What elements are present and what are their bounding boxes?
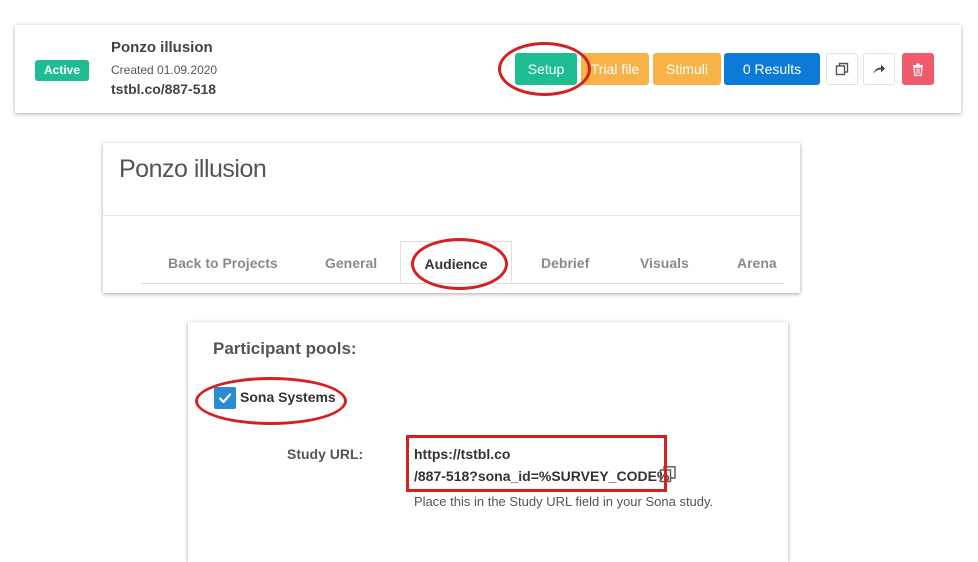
participant-pools-card: Participant pools: Sona Systems Study UR…: [188, 322, 788, 562]
project-title[interactable]: Ponzo illusion: [111, 39, 213, 56]
trash-icon: [913, 63, 923, 76]
study-url-label: Study URL:: [287, 446, 364, 462]
delete-button[interactable]: [902, 53, 934, 85]
results-button[interactable]: 0 Results: [724, 53, 820, 85]
header-divider: [103, 215, 800, 216]
page-title: Ponzo illusion: [119, 155, 267, 183]
status-badge: Active: [35, 60, 90, 81]
sona-systems-label[interactable]: Sona Systems: [240, 389, 336, 405]
share-icon: [873, 64, 885, 74]
setup-button[interactable]: Setup: [515, 53, 577, 85]
project-card: Active Ponzo illusion Created 01.09.2020…: [15, 25, 961, 113]
tab-arena[interactable]: Arena: [737, 255, 777, 271]
copy-icon: [835, 62, 849, 76]
tab-back-to-projects[interactable]: Back to Projects: [168, 255, 278, 271]
trial-file-button[interactable]: Trial file: [581, 53, 649, 85]
tab-visuals[interactable]: Visuals: [640, 255, 689, 271]
study-url-help-text: Place this in the Study URL field in you…: [414, 494, 714, 509]
tab-debrief[interactable]: Debrief: [541, 255, 589, 271]
tab-general[interactable]: General: [325, 255, 377, 271]
stimuli-button[interactable]: Stimuli: [653, 53, 721, 85]
tabs-baseline: [141, 283, 784, 284]
project-created-date: Created 01.09.2020: [111, 63, 218, 77]
sona-systems-checkbox[interactable]: [214, 387, 236, 409]
duplicate-button[interactable]: [826, 53, 858, 85]
tab-audience[interactable]: Audience: [400, 241, 512, 283]
setup-header-card: Ponzo illusion Back to Projects General …: [103, 143, 800, 293]
checkmark-icon: [218, 393, 232, 404]
share-button[interactable]: [863, 53, 895, 85]
project-short-url[interactable]: tstbl.co/887-518: [111, 81, 216, 97]
section-title: Participant pools:: [213, 339, 357, 358]
annotation-box-study-url: [406, 435, 667, 492]
